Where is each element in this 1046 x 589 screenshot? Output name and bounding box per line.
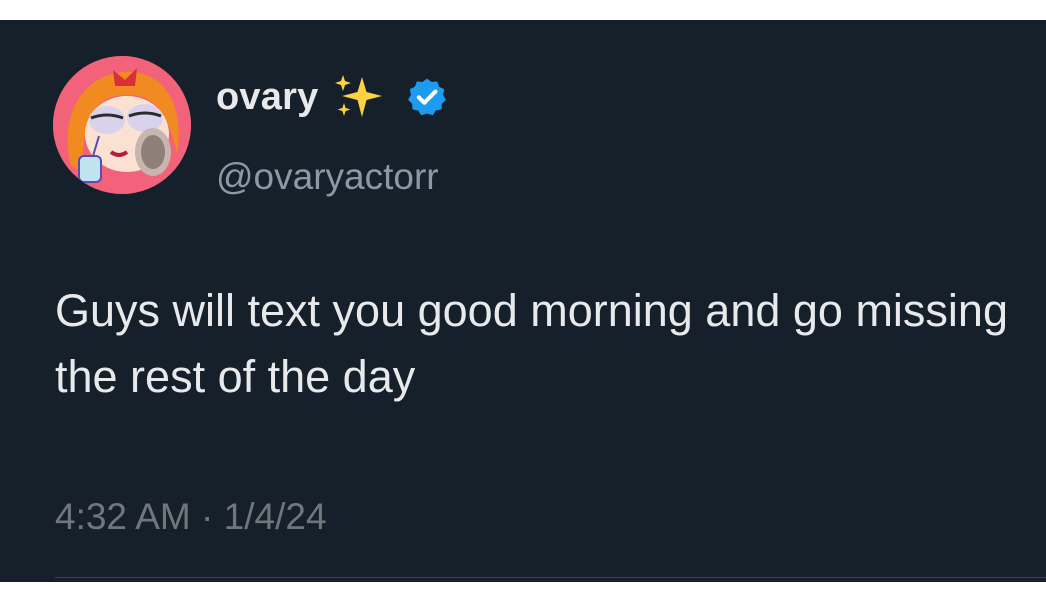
verified-badge-icon[interactable] — [406, 76, 448, 118]
tweet-text: Guys will text you good morning and go m… — [55, 285, 1008, 402]
tweet-time: 4:32 AM — [55, 496, 191, 537]
sparkles-icon — [332, 73, 388, 121]
tweet-card: ovary @ovaryactorr Guys will text you go… — [0, 20, 1046, 582]
display-name[interactable]: ovary — [216, 76, 318, 119]
divider — [55, 577, 1046, 578]
avatar[interactable] — [53, 56, 191, 194]
display-name-row: ovary — [216, 72, 448, 122]
timestamp-separator: · — [190, 496, 224, 537]
avatar-image — [53, 56, 191, 194]
timestamp[interactable]: 4:32 AM · 1/4/24 — [55, 496, 327, 538]
tweet-date: 1/4/24 — [223, 496, 327, 537]
user-handle[interactable]: @ovaryactorr — [216, 156, 439, 198]
